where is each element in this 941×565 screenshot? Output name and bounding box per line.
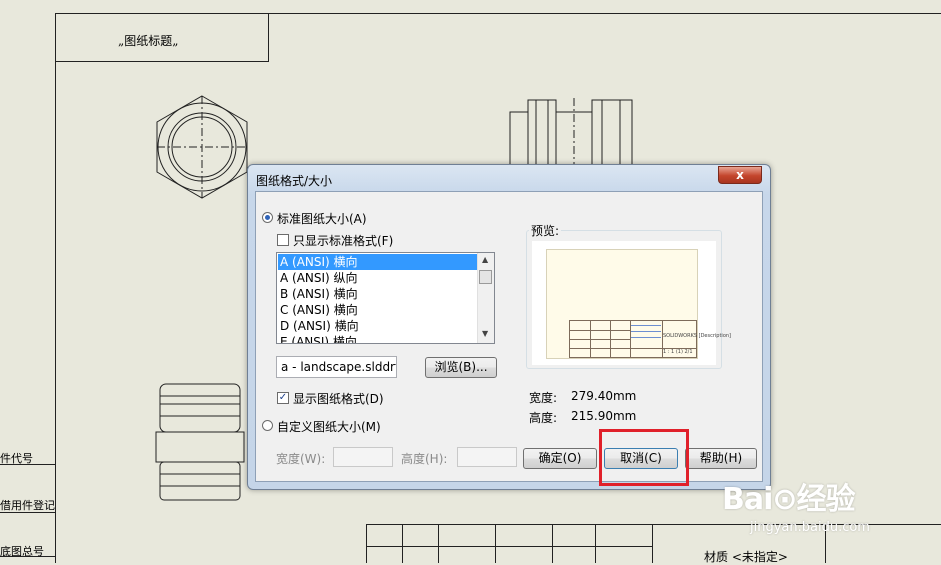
baidu-watermark: Bai⊙经验 (722, 474, 856, 518)
scroll-down-icon[interactable]: ▼ (482, 329, 488, 338)
ok-button[interactable]: 确定(O) (523, 448, 597, 469)
show-format-checkbox[interactable]: ✓ (277, 392, 289, 404)
side-label-borrowed: 借用件登记 (0, 499, 55, 512)
show-format-label[interactable]: 显示图纸格式(D) (293, 390, 384, 407)
list-item[interactable]: A (ANSI) 纵向 (278, 270, 478, 286)
paper-size-list[interactable]: A (ANSI) 横向 A (ANSI) 纵向 B (ANSI) 横向 C (A… (276, 252, 495, 344)
width-label: 宽度: (529, 391, 558, 405)
custom-size-label[interactable]: 自定义图纸大小(M) (277, 418, 381, 435)
scroll-thumb[interactable] (479, 270, 492, 284)
tb-line (366, 546, 652, 547)
drawing-title-text: „图纸标题„ (118, 34, 179, 48)
preview-scale-text: 1 : 1 (1) 2/1 (663, 349, 693, 355)
tb-cell (652, 524, 653, 563)
drawing-title-box: „图纸标题„ (55, 13, 269, 62)
custom-width-field[interactable] (333, 447, 393, 467)
cancel-highlight-box (599, 429, 689, 486)
list-item[interactable]: D (ANSI) 横向 (278, 318, 478, 334)
list-item[interactable]: E (ANSI) 横向 (278, 334, 478, 343)
list-item[interactable]: C (ANSI) 横向 (278, 302, 478, 318)
preview-desc-text: SOLIDWORKS [Description] (663, 333, 731, 339)
list-item[interactable]: B (ANSI) 横向 (278, 286, 478, 302)
only-standard-formats-label[interactable]: 只显示标准格式(F) (293, 232, 393, 249)
preview-group: 预览: SOLIDWORKS [Description] 1: 1 (1) 2… (526, 222, 731, 369)
list-scrollbar[interactable]: ▲ ▼ (477, 253, 494, 343)
side-label-base-drawing: 底图总号 (0, 545, 44, 558)
width-value: 279.40mm (571, 389, 637, 403)
browse-button[interactable]: 浏览(B)... (425, 357, 497, 378)
preview-title-block: SOLIDWORKS [Description] 1 : 1 (1) 2/1 (569, 320, 731, 358)
custom-height-label: 高度(H): (401, 452, 448, 466)
height-value: 215.90mm (571, 409, 637, 423)
format-file-field[interactable]: a - landscape.slddrt (276, 356, 397, 378)
tb-cell (402, 524, 403, 563)
scroll-up-icon[interactable]: ▲ (482, 255, 488, 264)
dialog-title: 图纸格式/大小 (256, 174, 333, 188)
custom-size-radio[interactable] (262, 420, 273, 431)
preview-paper: SOLIDWORKS [Description] 1 : 1 (1) 2/1 (546, 249, 731, 359)
tb-cell (366, 524, 367, 563)
material-label: 材质 <未指定> (704, 550, 788, 564)
standard-size-label[interactable]: 标准图纸大小(A) (277, 210, 367, 227)
tb-cell (495, 524, 496, 563)
side-label-part-code: 件代号 (0, 452, 33, 465)
fitting-front-view (155, 383, 245, 501)
tb-cell (438, 524, 439, 563)
hex-nut-top-view (156, 95, 248, 199)
watermark-main: Bai⊙经验 (722, 482, 856, 517)
list-item[interactable]: A (ANSI) 横向 (278, 254, 478, 270)
close-button[interactable]: x (718, 166, 762, 184)
preview-label: 预览: (529, 222, 562, 239)
tb-cell (552, 524, 553, 563)
custom-width-label: 宽度(W): (276, 452, 326, 466)
custom-height-field[interactable] (457, 447, 517, 467)
close-icon: x (736, 168, 744, 182)
sheet-format-dialog: 图纸格式/大小 x 标准图纸大小(A) 只显示标准格式(F) A (ANSI) … (247, 164, 771, 490)
preview-image: SOLIDWORKS [Description] 1 : 1 (1) 2/1 (532, 241, 731, 365)
standard-size-radio[interactable] (262, 212, 273, 223)
only-standard-formats-checkbox[interactable] (277, 234, 289, 246)
fitting-side-view (509, 98, 633, 166)
height-label: 高度: (529, 411, 558, 425)
tb-cell (595, 524, 596, 563)
help-button[interactable]: 帮助(H) (685, 448, 757, 469)
watermark-url: jingyan.baidu.com (750, 520, 870, 535)
sheet-border-left (55, 13, 56, 563)
